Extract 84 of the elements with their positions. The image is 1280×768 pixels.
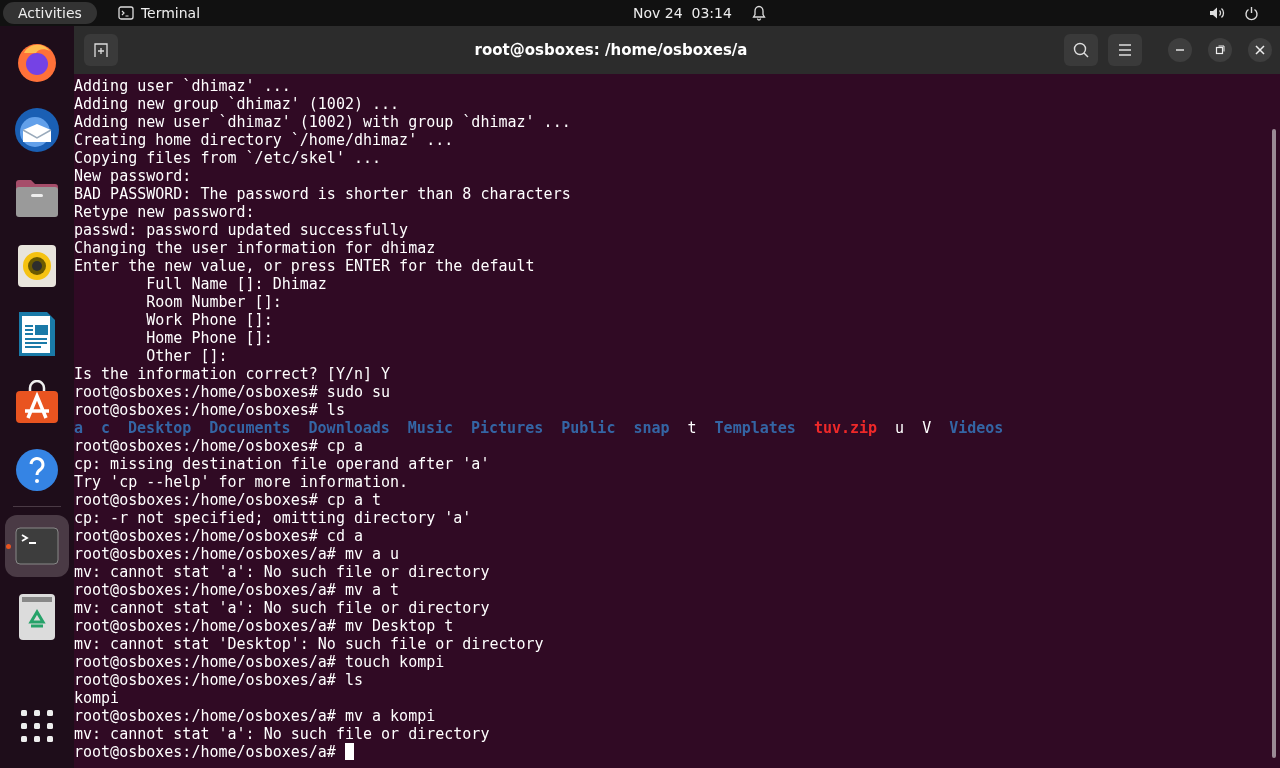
window-title: root@osboxes: /home/osboxes/a bbox=[473, 41, 749, 59]
terminal-line: mv: cannot stat 'a': No such file or directory bbox=[74, 563, 490, 581]
restore-icon bbox=[1215, 45, 1225, 55]
new-tab-button[interactable] bbox=[84, 34, 118, 66]
app-menu[interactable]: Terminal bbox=[117, 5, 201, 21]
directory-name: Videos bbox=[949, 419, 1004, 437]
terminal-line: BAD PASSWORD: The password is shorter than 8 characters bbox=[74, 185, 571, 203]
terminal-line: root@osboxes:/home/osboxes/a# touch kompi bbox=[74, 653, 445, 671]
directory-name: Pictures bbox=[471, 419, 544, 437]
terminal-line: New password: bbox=[74, 167, 192, 185]
terminal-line: root@osboxes:/home/osboxes/a# mv a u bbox=[74, 545, 400, 563]
search-icon bbox=[1073, 42, 1089, 58]
scrollbar[interactable] bbox=[1272, 129, 1276, 758]
directory-name: c bbox=[101, 419, 111, 437]
terminal-line: mv: cannot stat 'Desktop': No such file or directory bbox=[74, 635, 544, 653]
directory-name: Downloads bbox=[308, 419, 390, 437]
terminal-line: root@osboxes:/home/osboxes# cp a t bbox=[74, 491, 382, 509]
directory-name: Public bbox=[561, 419, 616, 437]
terminal-line: Full Name []: Dhimaz bbox=[145, 275, 327, 293]
terminal-line: Retype new password: bbox=[74, 203, 255, 221]
directory-name: a bbox=[74, 419, 84, 437]
terminal-line: kompi bbox=[74, 689, 120, 707]
terminal-line: root@osboxes:/home/osboxes# cp a bbox=[74, 437, 363, 455]
terminal-icon bbox=[15, 527, 59, 565]
terminal-line: Creating home directory `/home/dhimaz' ... bbox=[74, 131, 454, 149]
folder-icon bbox=[14, 178, 60, 218]
directory-name: Templates bbox=[714, 419, 796, 437]
terminal-line: Work Phone []: bbox=[145, 311, 273, 329]
power-icon[interactable] bbox=[1244, 5, 1259, 21]
search-button[interactable] bbox=[1064, 34, 1098, 66]
bell-icon bbox=[751, 5, 766, 21]
directory-name: Documents bbox=[209, 419, 291, 437]
terminal-line: root@osboxes:/home/osboxes# sudo su bbox=[74, 383, 391, 401]
terminal-line: Room Number []: bbox=[145, 293, 282, 311]
activities-button[interactable]: Activities bbox=[3, 2, 97, 24]
directory-name: Music bbox=[407, 419, 453, 437]
menu-icon bbox=[1118, 44, 1132, 56]
maximize-button[interactable] bbox=[1208, 38, 1232, 62]
terminal-line: root@osboxes:/home/osboxes# cd a bbox=[74, 527, 363, 545]
terminal-line: Is the information correct? [Y/n] Y bbox=[74, 365, 391, 383]
terminal-line: root@osboxes:/home/osboxes/a# mv a t bbox=[74, 581, 400, 599]
menu-button[interactable] bbox=[1108, 34, 1142, 66]
terminal-icon bbox=[117, 6, 134, 20]
terminal-line: root@osboxes:/home/osboxes/a# mv Desktop t bbox=[74, 617, 454, 635]
recycle-bin-icon bbox=[18, 593, 56, 641]
terminal-line: Adding new user `dhimaz' (1002) with group `dhimaz' ... bbox=[74, 113, 571, 131]
terminal-line: cp: missing destination file operand after 'a' bbox=[74, 455, 490, 473]
terminal-line: Enter the new value, or press ENTER for the default bbox=[74, 257, 535, 275]
terminal-line: Home Phone []: bbox=[145, 329, 273, 347]
terminal-line: mv: cannot stat 'a': No such file or directory bbox=[74, 725, 490, 743]
file-name: u bbox=[895, 419, 905, 437]
speaker-icon bbox=[17, 244, 57, 288]
directory-name: snap bbox=[633, 419, 670, 437]
file-name: V bbox=[922, 419, 932, 437]
minimize-button[interactable] bbox=[1168, 38, 1192, 62]
terminal-line: Changing the user information for dhimaz bbox=[74, 239, 436, 257]
terminal-line: Adding new group `dhimaz' (1002) ... bbox=[74, 95, 400, 113]
document-icon bbox=[18, 311, 56, 357]
close-button[interactable] bbox=[1248, 38, 1272, 62]
terminal-line: cp: -r not specified; omitting directory 'a' bbox=[74, 509, 472, 527]
clock[interactable]: Nov 24 03:14 bbox=[633, 5, 732, 21]
question-mark-icon bbox=[15, 448, 59, 492]
terminal-line: Copying files from `/etc/skel' ... bbox=[74, 149, 382, 167]
terminal-line: Other []: bbox=[145, 347, 228, 365]
terminal-line: root@osboxes:/home/osboxes/a# mv a kompi bbox=[74, 707, 436, 725]
add-tab-icon bbox=[93, 42, 109, 58]
app-grid-icon bbox=[21, 710, 53, 742]
terminal-line: mv: cannot stat 'a': No such file or directory bbox=[74, 599, 490, 617]
running-indicator bbox=[6, 544, 11, 549]
file-name: t bbox=[687, 419, 697, 437]
terminal-line: passwd: password updated successfully bbox=[74, 221, 409, 239]
bird-envelope-icon bbox=[13, 106, 61, 154]
file-name: tuv.zip bbox=[813, 419, 878, 437]
terminal-line: root@osboxes:/home/osboxes/a# ls bbox=[74, 671, 363, 689]
terminal-line: root@osboxes:/home/osboxes/a# bbox=[74, 743, 337, 761]
close-icon bbox=[1255, 45, 1265, 55]
volume-icon[interactable] bbox=[1209, 6, 1225, 20]
terminal-line: Adding user `dhimaz' ... bbox=[74, 77, 291, 95]
directory-name: Desktop bbox=[128, 419, 192, 437]
minimize-icon bbox=[1176, 49, 1184, 51]
shopping-bag-icon bbox=[14, 380, 60, 424]
terminal-line: root@osboxes:/home/osboxes# ls bbox=[74, 401, 345, 419]
active-dock-item[interactable] bbox=[5, 515, 69, 577]
terminal-line: Try 'cp --help' for more information. bbox=[74, 473, 409, 491]
